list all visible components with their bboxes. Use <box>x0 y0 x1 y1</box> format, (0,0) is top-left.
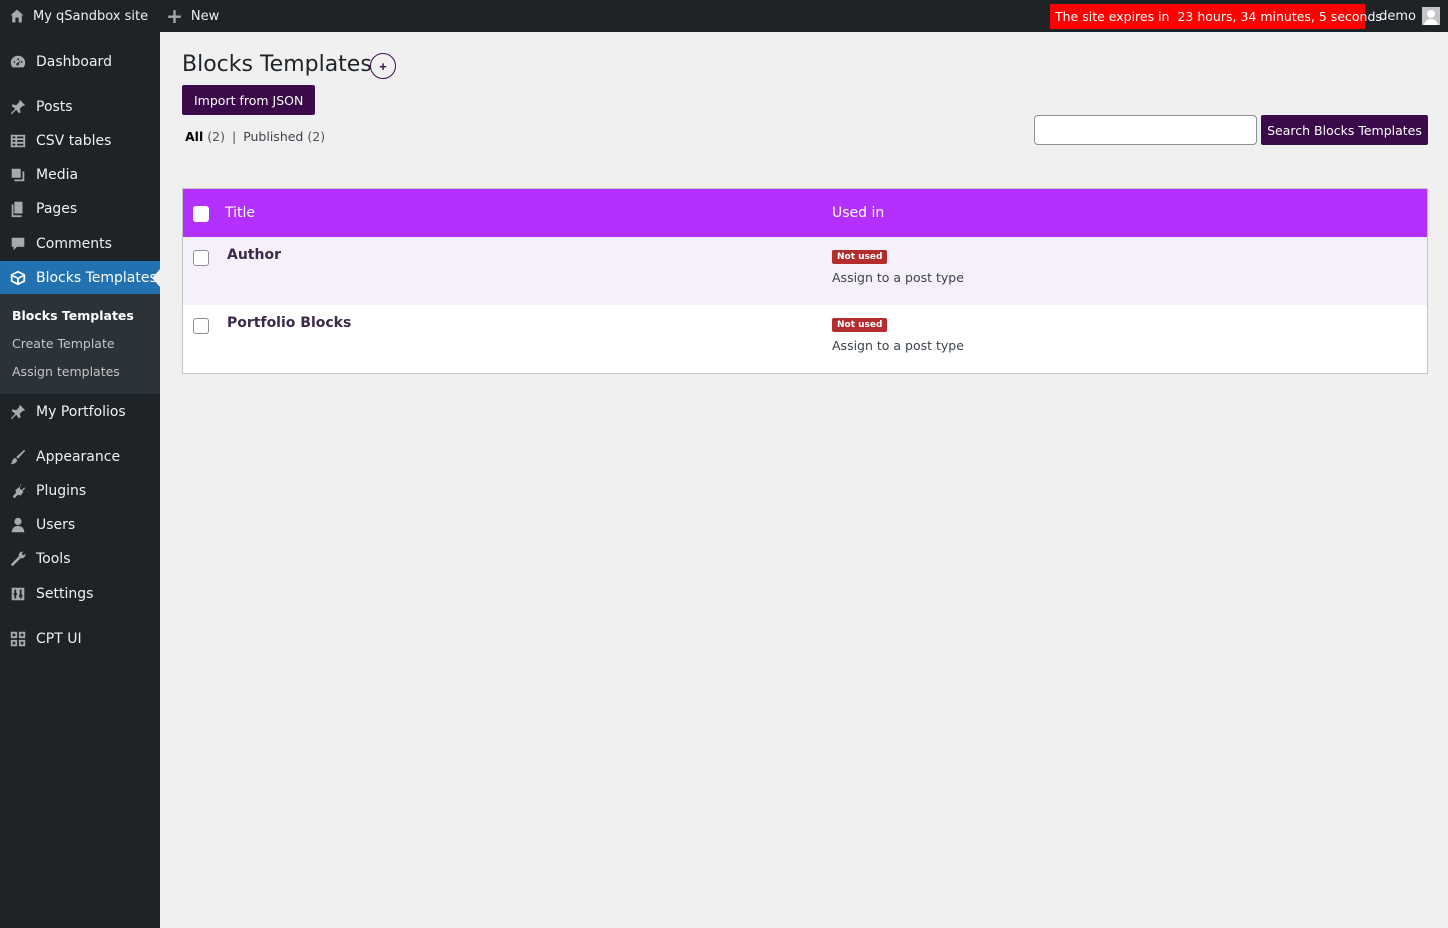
assign-post-type-link[interactable]: Assign to a post type <box>832 338 964 353</box>
templates-table: Title Used in Author Not used Assign to … <box>182 188 1428 374</box>
filter-separator: | <box>231 129 237 144</box>
new-label: New <box>190 8 220 24</box>
table-row: Portfolio Blocks Not used Assign to a po… <box>183 305 1427 373</box>
new-content-link[interactable]: + New <box>158 0 219 32</box>
column-header-used-in: Used in <box>832 205 885 221</box>
status-badge: Not used <box>832 318 888 332</box>
table-row: Author Not used Assign to a post type <box>183 237 1427 305</box>
menu-label: Dashboard <box>36 54 112 70</box>
media-icon <box>8 165 28 185</box>
dashboard-icon <box>8 52 28 72</box>
menu-label: Media <box>36 167 79 183</box>
search-button[interactable]: Search Blocks Templates <box>1261 115 1428 145</box>
menu-item-my-portfolios[interactable]: My Portfolios <box>0 395 160 429</box>
admin-bar: My qSandbox site + New The site expires … <box>0 0 1448 32</box>
row-title-link[interactable]: Author <box>227 247 281 263</box>
grid-icon <box>8 629 28 649</box>
row-title-link[interactable]: Portfolio Blocks <box>227 315 351 331</box>
blocks-icon <box>8 268 28 288</box>
menu-label: Plugins <box>36 483 87 499</box>
import-json-button[interactable]: Import from JSON <box>182 85 316 115</box>
menu-label: CPT UI <box>36 631 82 647</box>
filter-published[interactable]: Published (2) <box>243 129 325 144</box>
user-account-menu[interactable]: demo <box>1379 0 1440 32</box>
home-icon <box>10 9 24 23</box>
menu-item-users[interactable]: Users <box>0 508 160 542</box>
column-header-title[interactable]: Title <box>225 205 255 221</box>
submenu-blocks-templates[interactable]: Blocks Templates <box>12 308 134 323</box>
site-name-label: My qSandbox site <box>33 8 149 24</box>
search-input[interactable] <box>1034 115 1257 145</box>
menu-label: Tools <box>36 551 71 567</box>
menu-label: Pages <box>36 201 78 217</box>
plus-icon: + <box>166 4 183 28</box>
menu-item-comments[interactable]: Comments <box>0 227 160 261</box>
table-header: Title Used in <box>183 189 1427 237</box>
menu-item-plugins[interactable]: Plugins <box>0 474 160 508</box>
pin-icon <box>8 402 28 422</box>
assign-post-type-link[interactable]: Assign to a post type <box>832 270 964 285</box>
menu-item-tools[interactable]: Tools <box>0 542 160 576</box>
menu-item-cpt-ui[interactable]: CPT UI <box>0 622 160 656</box>
filter-all-count: (2) <box>207 129 225 144</box>
menu-label: Appearance <box>36 449 121 465</box>
expiry-countdown: 23 hours, 34 minutes, 5 seconds <box>1177 9 1382 24</box>
menu-item-csv-tables[interactable]: CSV tables <box>0 124 160 158</box>
menu-item-blocks-templates[interactable]: Blocks Templates <box>0 261 160 295</box>
user-name: demo <box>1379 8 1416 24</box>
menu-item-posts[interactable]: Posts <box>0 90 160 124</box>
menu-label: Posts <box>36 99 73 115</box>
wrench-icon <box>8 549 28 569</box>
status-badge: Not used <box>832 250 888 264</box>
filter-published-label: Published <box>243 129 304 144</box>
site-name-link[interactable]: My qSandbox site <box>0 0 158 32</box>
blocks-templates-submenu: Blocks Templates Create Template Assign … <box>0 294 160 394</box>
menu-item-appearance[interactable]: Appearance <box>0 440 160 474</box>
table-icon <box>8 131 28 151</box>
user-icon <box>8 515 28 535</box>
menu-label: CSV tables <box>36 133 112 149</box>
sliders-icon <box>8 584 28 604</box>
expiry-notice: The site expires in 23 hours, 34 minutes… <box>1050 4 1382 29</box>
row-checkbox[interactable] <box>193 250 209 266</box>
add-new-button[interactable]: + <box>370 53 396 79</box>
plugin-icon <box>8 481 28 501</box>
filter-all[interactable]: All (2) <box>185 129 225 144</box>
avatar <box>1422 7 1440 25</box>
admin-sidebar: Dashboard Posts CSV tables Media Pages C… <box>0 32 160 928</box>
comment-icon <box>8 234 28 254</box>
filter-published-count: (2) <box>307 129 326 144</box>
brush-icon <box>8 447 28 467</box>
menu-label: Users <box>36 517 76 533</box>
submenu-create-template[interactable]: Create Template <box>12 336 115 351</box>
menu-item-settings[interactable]: Settings <box>0 577 160 611</box>
menu-label: Settings <box>36 586 94 602</box>
menu-item-media[interactable]: Media <box>0 158 160 192</box>
expiry-prefix: The site expires in <box>1055 9 1170 24</box>
menu-label: Blocks Templates <box>36 270 157 286</box>
pages-icon <box>8 199 28 219</box>
select-all-checkbox[interactable] <box>193 206 209 222</box>
menu-label: Comments <box>36 236 112 252</box>
pin-icon <box>8 97 28 117</box>
submenu-assign-templates[interactable]: Assign templates <box>12 364 120 379</box>
menu-label: My Portfolios <box>36 404 126 420</box>
filter-all-label: All <box>185 129 204 144</box>
row-checkbox[interactable] <box>193 318 209 334</box>
menu-item-dashboard[interactable]: Dashboard <box>0 45 160 79</box>
status-filters: All (2) | Published (2) <box>185 129 325 144</box>
main-content: Blocks Templates + Import from JSON All(… <box>160 32 1448 928</box>
page-title: Blocks Templates <box>182 52 372 77</box>
menu-item-pages[interactable]: Pages <box>0 192 160 226</box>
